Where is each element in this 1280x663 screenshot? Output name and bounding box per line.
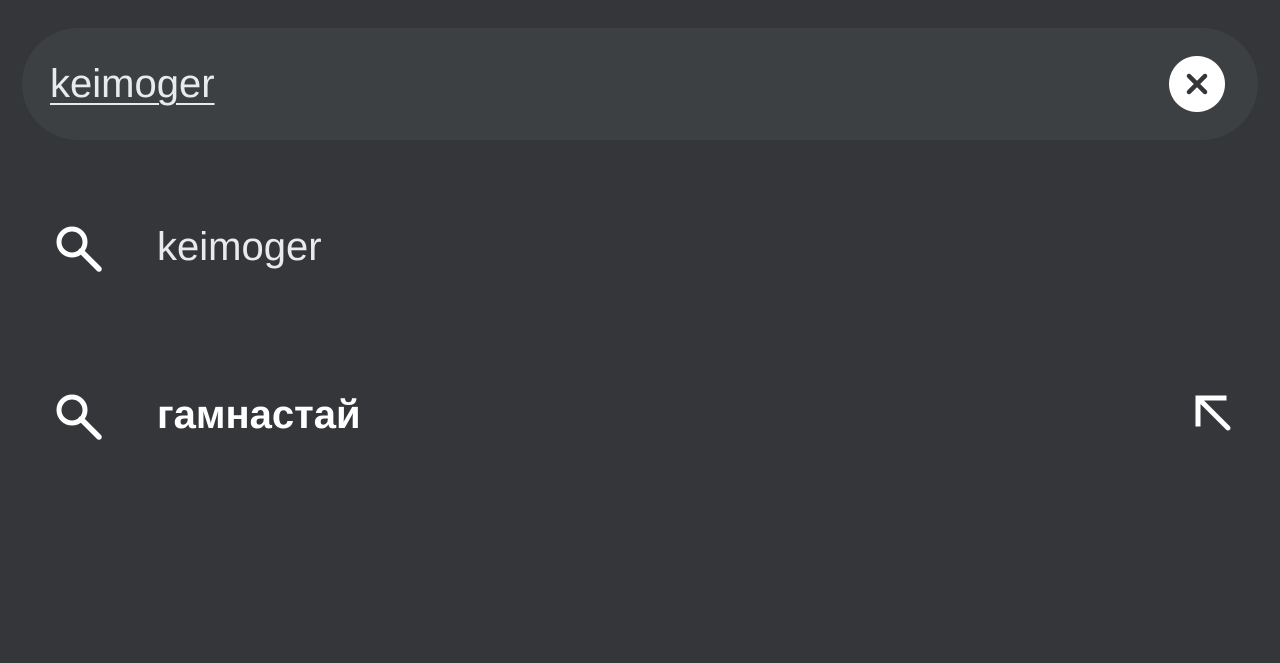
search-icon xyxy=(56,226,102,272)
suggestion-item[interactable]: keimoger xyxy=(0,173,1280,323)
suggestion-text: гамнастай xyxy=(157,393,361,437)
arrow-up-left-icon[interactable] xyxy=(1186,386,1242,442)
suggestion-text: keimoger xyxy=(157,225,322,269)
screen: keimoger гамнастай xyxy=(0,0,1280,663)
close-icon xyxy=(1186,73,1208,95)
suggestion-item[interactable]: гамнастай xyxy=(0,341,1280,491)
clear-search-button[interactable] xyxy=(1169,56,1225,112)
search-icon xyxy=(56,394,102,440)
search-input[interactable] xyxy=(50,28,1150,140)
search-bar xyxy=(22,28,1258,140)
